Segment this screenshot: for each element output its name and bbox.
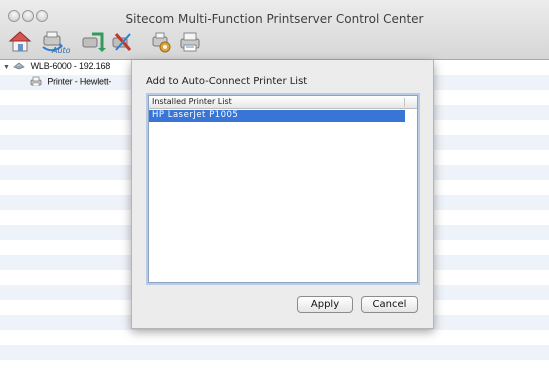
main-window: Sitecom Multi-Function Printserver Contr…: [0, 0, 549, 372]
tree-row: [0, 360, 549, 372]
list-item-label: HP LaserJet P1005: [152, 110, 239, 120]
settings-icon[interactable]: [148, 30, 172, 54]
network-device-icon: [13, 62, 26, 72]
apply-button[interactable]: Apply: [297, 296, 353, 313]
disclosure-triangle-icon[interactable]: ▼: [3, 64, 11, 71]
window-title: Sitecom Multi-Function Printserver Contr…: [125, 12, 424, 26]
dialog-title: Add to Auto-Connect Printer List: [146, 76, 308, 87]
column-divider: [404, 98, 405, 107]
installed-printer-list[interactable]: Installed Printer List HP LaserJet P1005: [148, 95, 418, 283]
add-auto-connect-sheet: Add to Auto-Connect Printer List Install…: [131, 60, 434, 329]
printer-tools-icon[interactable]: [178, 30, 202, 54]
printer-icon: [30, 76, 42, 88]
tree-item-server-label: WLB-6000 - 192.168: [30, 61, 111, 71]
cancel-button[interactable]: Cancel: [361, 296, 418, 313]
tree-item-server[interactable]: ▼ WLB-6000 - 192.168: [3, 61, 151, 72]
title-bar: Sitecom Multi-Function Printserver Contr…: [0, 0, 549, 60]
home-icon[interactable]: [8, 30, 32, 54]
disconnect-icon[interactable]: [110, 30, 136, 54]
auto-label: Auto: [52, 46, 71, 55]
connect-icon[interactable]: [80, 30, 106, 54]
list-column-header-label: Installed Printer List: [152, 97, 232, 106]
tree-item-printer-label: Printer - Hewlett-: [47, 76, 112, 87]
list-item[interactable]: HP LaserJet P1005: [149, 110, 405, 122]
list-column-header[interactable]: Installed Printer List: [149, 96, 417, 109]
tree-row: [0, 345, 549, 360]
tree-row: [0, 330, 549, 345]
